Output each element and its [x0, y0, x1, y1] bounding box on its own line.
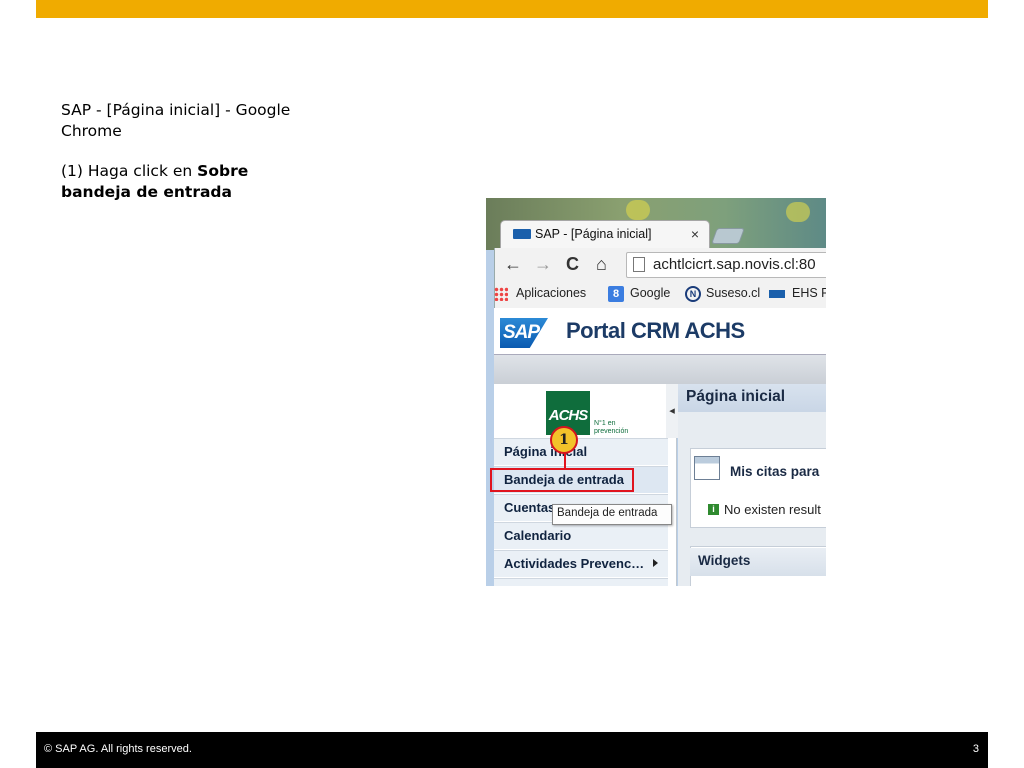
page-number: 3 — [972, 743, 979, 755]
instruction-text: (1) Haga click en Sobre bandeja de entra… — [61, 161, 301, 203]
google-icon: 8 — [608, 286, 624, 302]
instruction-block: SAP - [Página inicial] - Google Chrome (… — [61, 100, 301, 203]
browser-tab[interactable]: SAP - [Página inicial] × — [500, 220, 710, 249]
widgets-title: Widgets — [698, 553, 751, 568]
slide-title: SAP - [Página inicial] - Google Chrome — [61, 101, 291, 140]
home-icon[interactable]: ⌂ — [596, 254, 607, 275]
sap-favicon-icon — [513, 229, 531, 239]
bookmark-google[interactable]: Google — [630, 286, 670, 300]
close-tab-icon[interactable]: × — [691, 226, 699, 242]
step-marker: 1 — [550, 426, 578, 454]
calendar-icon — [694, 456, 720, 480]
bookmark-ehs[interactable]: EHS P — [792, 286, 826, 300]
suseso-icon: N — [685, 286, 701, 302]
submenu-arrow-icon — [653, 559, 658, 567]
copyright-text: © SAP AG. All rights reserved. — [44, 743, 192, 755]
page-title: Página inicial — [686, 388, 786, 405]
tab-title: SAP - [Página inicial] — [535, 227, 652, 241]
menu-item-actividades[interactable]: Actividades Prevenc… — [494, 550, 668, 577]
no-results-text: No existen result — [724, 502, 821, 517]
portal-toolbar — [494, 354, 826, 385]
widgets-header: Widgets — [690, 548, 826, 576]
forward-arrow-icon[interactable]: → — [534, 254, 552, 275]
bookmark-suseso[interactable]: Suseso.cl — [706, 286, 760, 300]
frame-decoration — [786, 202, 810, 222]
new-tab-button[interactable] — [711, 228, 745, 244]
highlight-box — [490, 468, 634, 492]
top-accent-bar — [36, 0, 988, 18]
page-icon — [633, 257, 645, 272]
menu-item-calendario[interactable]: Calendario — [494, 522, 668, 549]
instruction-prefix: (1) Haga click en — [61, 162, 198, 180]
bookmark-aplicaciones[interactable]: Aplicaciones — [516, 286, 586, 300]
page-title-bar: Página inicial — [678, 384, 826, 412]
menu-item-pagina-inicial[interactable]: Página inicial — [494, 438, 668, 465]
achs-tagline: N°1 en prevención — [594, 420, 629, 435]
sap-icon — [769, 290, 785, 298]
browser-screenshot: SAP - [Página inicial] × ← → C ⌂ achtlci… — [486, 198, 826, 586]
footer-bar: © SAP AG. All rights reserved. 3 — [36, 732, 988, 768]
url-text: achtlcicrt.sap.novis.cl:80 — [653, 256, 816, 273]
back-arrow-icon[interactable]: ← — [504, 254, 522, 275]
tooltip: Bandeja de entrada — [552, 504, 672, 525]
collapse-pane-icon[interactable]: ◂ — [666, 384, 678, 438]
address-bar[interactable]: achtlcicrt.sap.novis.cl:80 — [626, 252, 826, 278]
frame-decoration — [626, 200, 650, 220]
info-icon: i — [708, 504, 719, 515]
reload-icon[interactable]: C — [566, 254, 579, 275]
apps-grid-icon — [494, 287, 508, 301]
menu-item-next[interactable] — [494, 578, 668, 586]
appointments-title: Mis citas para — [730, 464, 820, 479]
portal-title: Portal CRM ACHS — [566, 318, 745, 343]
